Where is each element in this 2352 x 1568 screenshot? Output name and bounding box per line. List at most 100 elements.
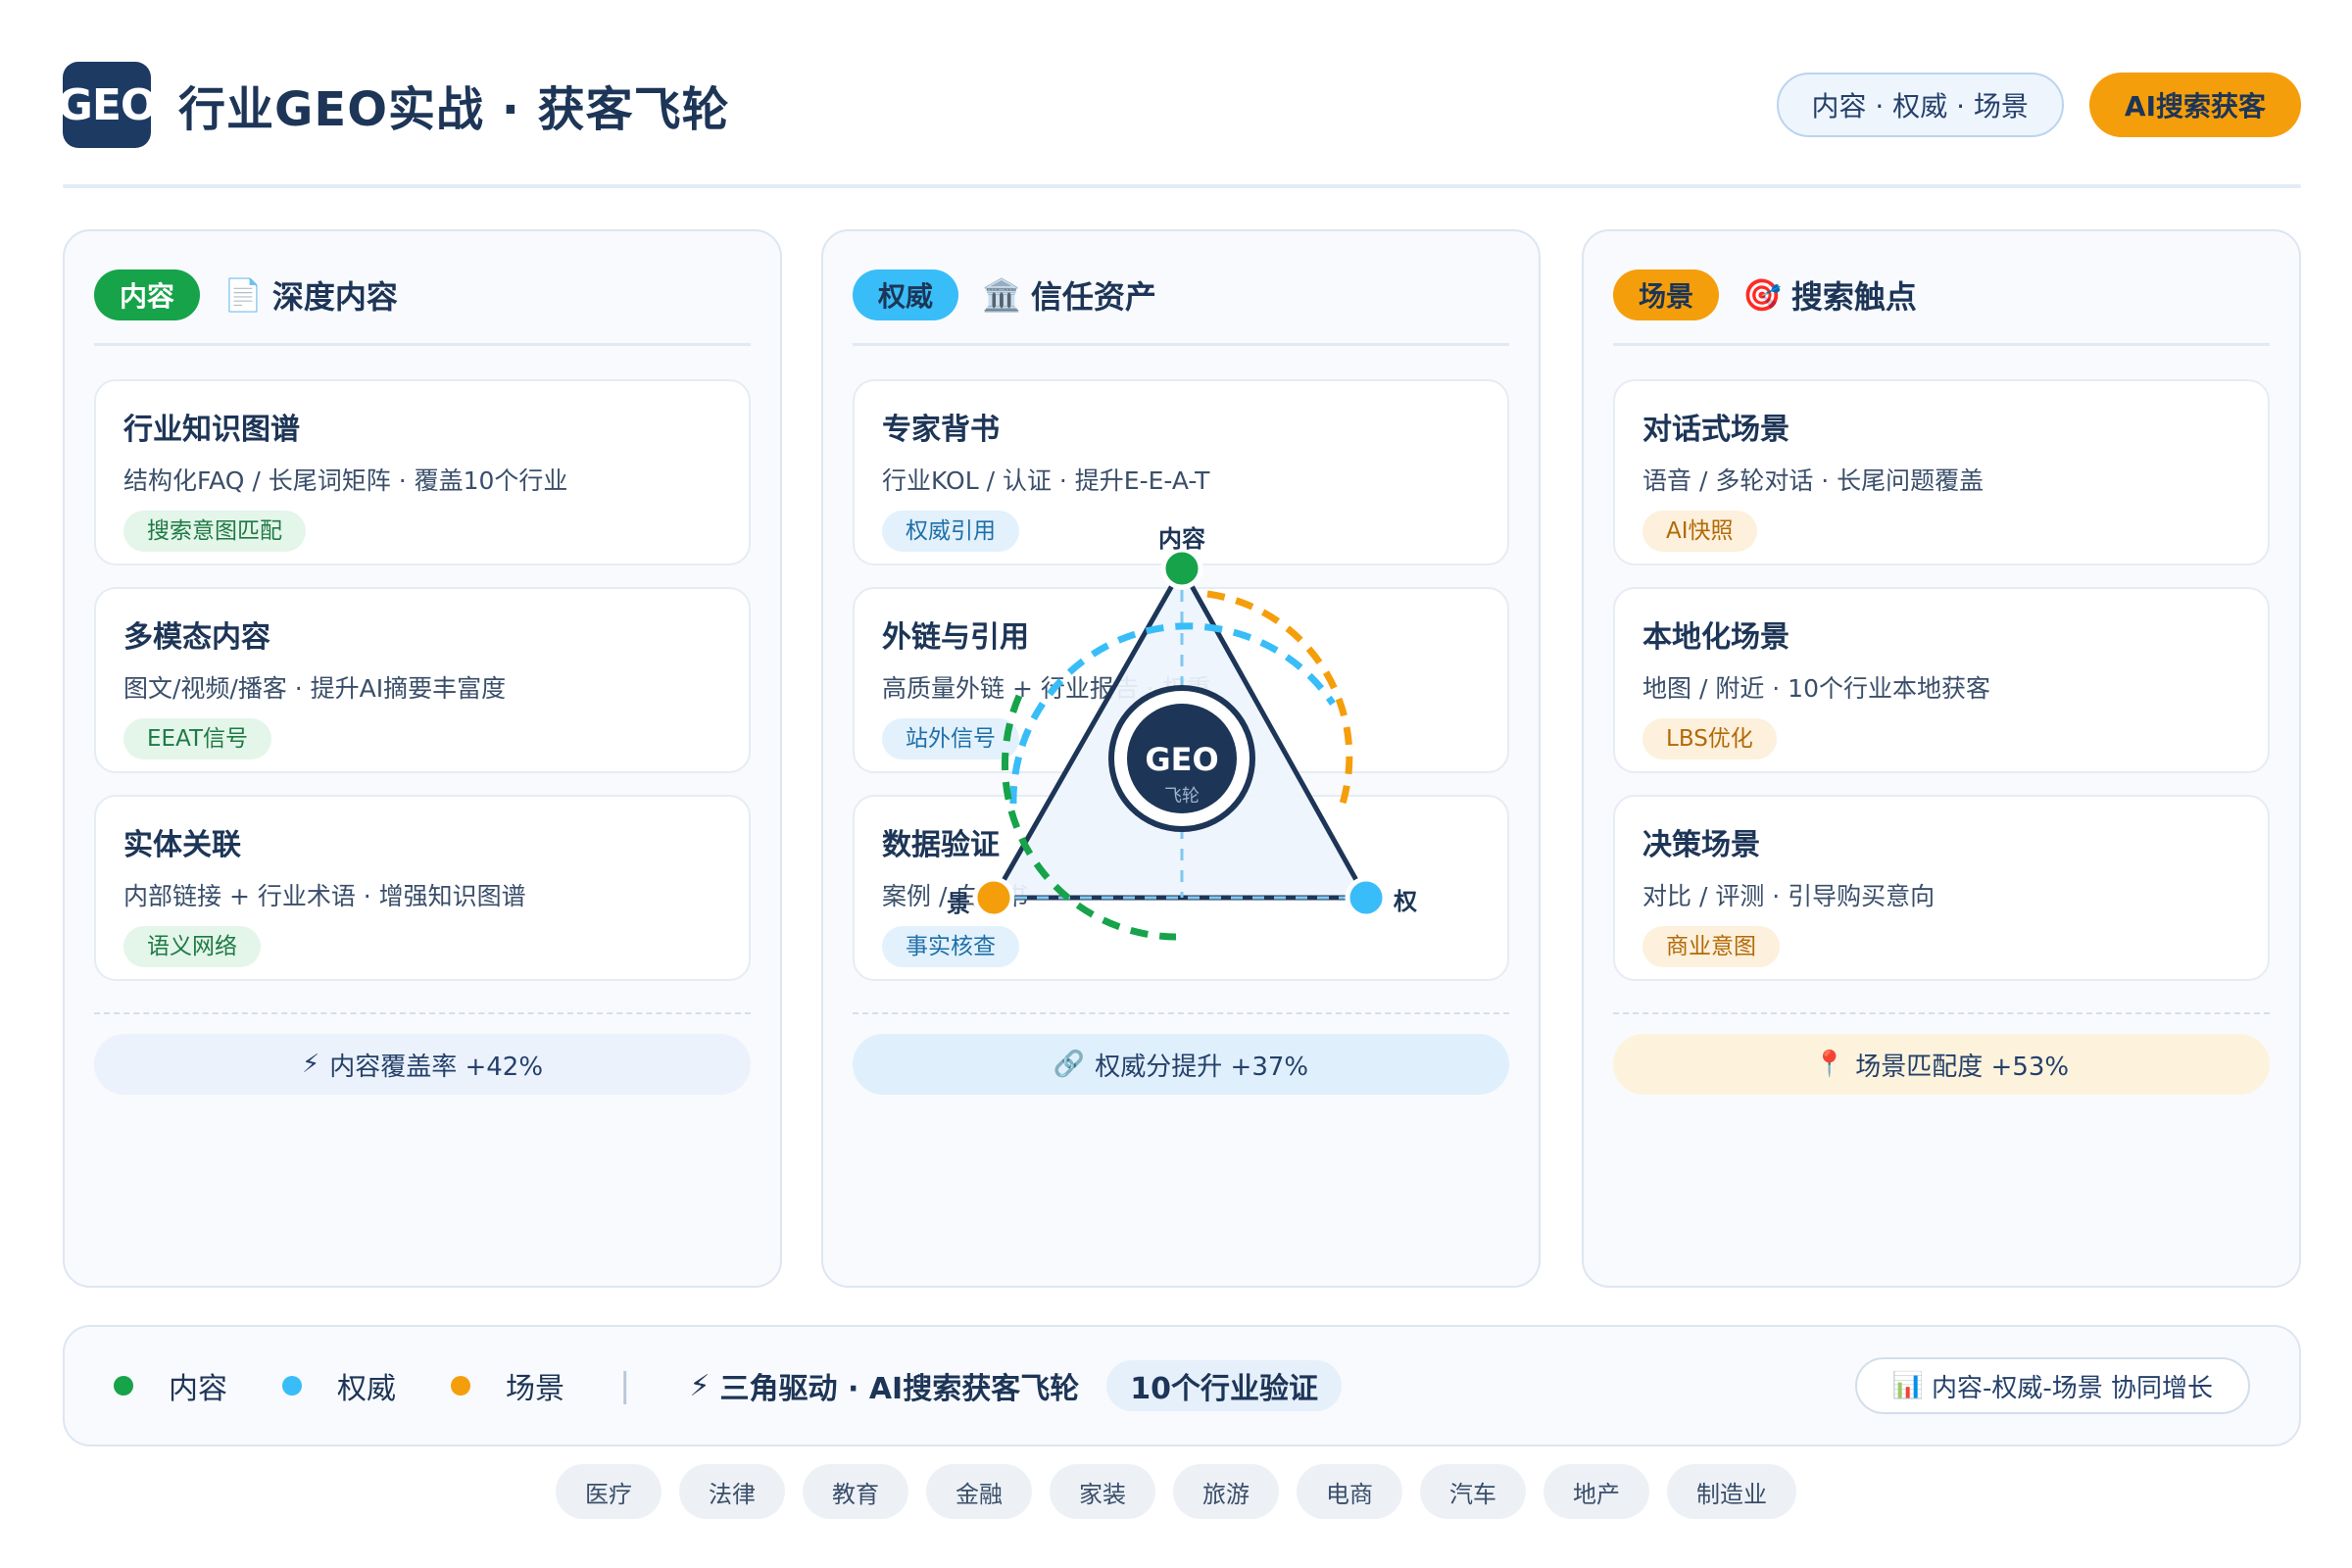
legend-bar: 内容 权威 场景 | ⚡ 三角驱动 · AI搜索获客飞轮 10个行业验证 📊 内… xyxy=(63,1325,2301,1446)
card-chip: LBS优化 xyxy=(1642,718,1777,760)
bar-chart-icon: 📊 xyxy=(1891,1371,1924,1400)
card-desc: 对比 / 评测 · 引导购买意向 xyxy=(1642,882,1936,910)
card-desc: 语音 / 多轮对话 · 长尾问题覆盖 xyxy=(1642,466,1984,495)
flywheel-svg: GEO 飞轮 xyxy=(972,547,1388,941)
legend-item: 场景 xyxy=(451,1364,564,1407)
node-label-content: 内容 xyxy=(1158,525,1205,553)
column-title: 搜索触点 xyxy=(1790,278,1917,316)
pillars-pill[interactable]: 内容 · 权威 · 场景 xyxy=(1776,73,2064,137)
legend-dot xyxy=(282,1376,302,1396)
card-desc: 行业KOL / 认证 · 提升E-E-A-T xyxy=(882,466,1210,495)
divider xyxy=(853,343,1509,346)
divider xyxy=(94,343,751,346)
feature-card[interactable]: 本地化场景 地图 / 附近 · 10个行业本地获客 LBS优化 xyxy=(1613,587,2270,773)
stat-banner: ⚡ 内容覆盖率 +42% xyxy=(94,1034,751,1095)
feature-card[interactable]: 行业知识图谱 结构化FAQ / 长尾词矩阵 · 覆盖10个行业 搜索意图匹配 xyxy=(94,379,751,565)
industry-chip[interactable]: 家装 xyxy=(1050,1464,1155,1519)
industry-chip[interactable]: 法律 xyxy=(679,1464,785,1519)
lightning-icon: ⚡ xyxy=(689,1368,710,1403)
stat-banner: 📍 场景匹配度 +53% xyxy=(1613,1034,2270,1095)
card-chip: 语义网络 xyxy=(123,926,261,967)
pin-icon: 📍 xyxy=(1813,1050,1846,1079)
dashed-divider xyxy=(94,1012,751,1014)
institution-icon: 🏛️ xyxy=(982,276,1021,314)
column-title: 信任资产 xyxy=(1030,278,1156,316)
growth-pill[interactable]: 📊 内容-权威-场景 协同增长 xyxy=(1854,1357,2250,1414)
legend-item: 权威 xyxy=(282,1364,396,1407)
legend-label: 权威 xyxy=(337,1372,396,1406)
column-scene: 场景 🎯 搜索触点 对话式场景 语音 / 多轮对话 · 长尾问题覆盖 AI快照 … xyxy=(1582,229,2301,1288)
flywheel-diagram: GEO 飞轮 内容 权 景 xyxy=(941,510,1450,960)
feature-card[interactable]: 决策场景 对比 / 评测 · 引导购买意向 商业意图 xyxy=(1613,795,2270,981)
column-title: 深度内容 xyxy=(271,278,398,316)
node-label-authority: 权 xyxy=(1394,888,1417,915)
legend-item: 内容 xyxy=(114,1364,227,1407)
header-divider xyxy=(63,184,2301,188)
card-title: 多模态内容 xyxy=(123,620,270,655)
stat-text: 内容覆盖率 +42% xyxy=(329,1052,544,1082)
feature-card[interactable]: 多模态内容 图文/视频/播客 · 提升AI摘要丰富度 EEAT信号 xyxy=(94,587,751,773)
document-icon: 📄 xyxy=(223,276,263,314)
column-content: 内容 📄 深度内容 行业知识图谱 结构化FAQ / 长尾词矩阵 · 覆盖10个行… xyxy=(63,229,782,1288)
stat-text: 场景匹配度 +53% xyxy=(1855,1052,2070,1082)
card-chip: 搜索意图匹配 xyxy=(123,511,306,552)
card-title: 决策场景 xyxy=(1642,828,1760,862)
card-title: 专家背书 xyxy=(882,413,1000,447)
card-title: 对话式场景 xyxy=(1642,413,1789,447)
logo: GEO xyxy=(58,62,157,148)
card-title: 实体关联 xyxy=(123,828,241,862)
industry-chip[interactable]: 旅游 xyxy=(1173,1464,1279,1519)
target-icon: 🎯 xyxy=(1742,276,1782,314)
feature-card[interactable]: 实体关联 内部链接 + 行业术语 · 增强知识图谱 语义网络 xyxy=(94,795,751,981)
card-desc: 地图 / 附近 · 10个行业本地获客 xyxy=(1642,674,1990,703)
growth-text: 内容-权威-场景 协同增长 xyxy=(1931,1373,2213,1403)
industry-chip[interactable]: 制造业 xyxy=(1667,1464,1796,1519)
node-scene xyxy=(972,876,1015,919)
lightning-icon: ⚡ xyxy=(301,1050,320,1079)
card-chip: 商业意图 xyxy=(1642,926,1780,967)
card-chip: AI快照 xyxy=(1642,511,1757,552)
industry-chip[interactable]: 教育 xyxy=(803,1464,908,1519)
industry-chip[interactable]: 医疗 xyxy=(556,1464,662,1519)
node-content xyxy=(1160,547,1203,590)
industry-chip[interactable]: 金融 xyxy=(926,1464,1032,1519)
stat-banner: 🔗 权威分提升 +37% xyxy=(853,1034,1509,1095)
industry-chip[interactable]: 地产 xyxy=(1544,1464,1649,1519)
link-icon: 🔗 xyxy=(1053,1050,1086,1079)
column-header: 内容 📄 深度内容 xyxy=(94,267,751,323)
card-desc: 内部链接 + 行业术语 · 增强知识图谱 xyxy=(123,882,526,910)
ai-search-button[interactable]: AI搜索获客 xyxy=(2088,73,2301,137)
column-tag: 场景 xyxy=(1613,270,1720,320)
divider xyxy=(1613,343,2270,346)
column-header: 场景 🎯 搜索触点 xyxy=(1613,267,2270,323)
column-header: 权威 🏛️ 信任资产 xyxy=(853,267,1509,323)
page-title: 行业GEO实战 · 获客飞轮 xyxy=(178,82,730,137)
header: GEO 行业GEO实战 · 获客飞轮 内容 · 权威 · 场景 AI搜索获客 xyxy=(58,61,2301,149)
feature-card[interactable]: 对话式场景 语音 / 多轮对话 · 长尾问题覆盖 AI快照 xyxy=(1613,379,2270,565)
dashed-divider xyxy=(853,1012,1509,1014)
legend-label: 场景 xyxy=(506,1372,564,1406)
card-title: 本地化场景 xyxy=(1642,620,1789,655)
column-tag: 权威 xyxy=(853,270,959,320)
column-tag: 内容 xyxy=(94,270,201,320)
card-title: 行业知识图谱 xyxy=(123,413,300,447)
legend-slogan: 三角驱动 · AI搜索获客飞轮 xyxy=(719,1372,1080,1406)
industry-chip[interactable]: 电商 xyxy=(1297,1464,1402,1519)
header-actions: 内容 · 权威 · 场景 AI搜索获客 xyxy=(1776,73,2301,137)
node-label-scene: 景 xyxy=(947,890,970,917)
legend-label: 内容 xyxy=(169,1372,227,1406)
card-desc: 结构化FAQ / 长尾词矩阵 · 覆盖10个行业 xyxy=(123,466,568,495)
dashed-divider xyxy=(1613,1012,2270,1014)
industry-chip[interactable]: 汽车 xyxy=(1420,1464,1526,1519)
card-chip: EEAT信号 xyxy=(123,718,272,760)
verified-badge: 10个行业验证 xyxy=(1106,1360,1342,1411)
stat-text: 权威分提升 +37% xyxy=(1095,1052,1309,1082)
hub-text: GEO xyxy=(1145,741,1218,778)
legend-dot xyxy=(451,1376,470,1396)
node-authority xyxy=(1345,876,1388,919)
legend-dot xyxy=(114,1376,133,1396)
industry-list: 医疗 法律 教育 金融 家装 旅游 电商 汽车 地产 制造业 xyxy=(0,1464,2352,1519)
card-desc: 图文/视频/播客 · 提升AI摘要丰富度 xyxy=(123,674,507,703)
hub-sub: 飞轮 xyxy=(1164,786,1200,807)
legend-separator: | xyxy=(619,1366,631,1405)
